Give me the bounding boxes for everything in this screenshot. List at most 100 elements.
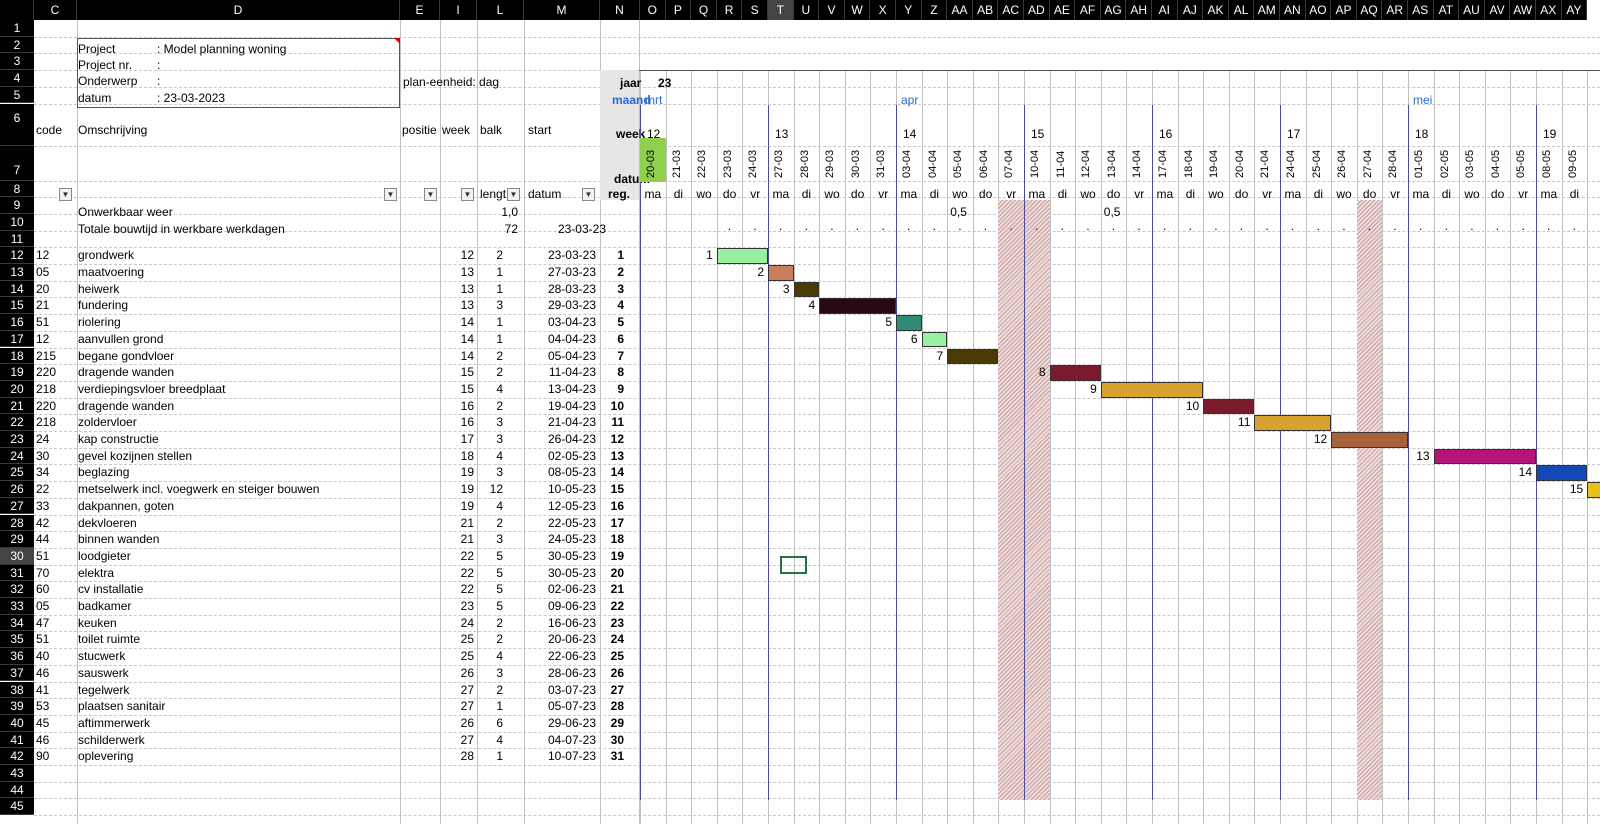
row-header-16[interactable]: 16 bbox=[0, 314, 34, 331]
row-header-42[interactable]: 42 bbox=[0, 748, 34, 765]
row-header-7[interactable]: 7 bbox=[0, 145, 34, 181]
column-header-X[interactable]: X bbox=[870, 0, 896, 20]
row-header-4[interactable]: 4 bbox=[0, 70, 34, 87]
row-header-17[interactable]: 17 bbox=[0, 330, 34, 348]
column-header-AE[interactable]: AE bbox=[1049, 0, 1076, 20]
column-header-AS[interactable]: AS bbox=[1408, 0, 1434, 20]
filter-code-button[interactable]: ▼ bbox=[59, 188, 72, 201]
gantt-bar[interactable] bbox=[1587, 482, 1600, 498]
column-header-T[interactable]: T bbox=[768, 0, 794, 20]
row-header-25[interactable]: 25 bbox=[0, 464, 34, 482]
column-header-AO[interactable]: AO bbox=[1305, 0, 1332, 20]
row-header-3[interactable]: 3 bbox=[0, 53, 34, 71]
column-header-AP[interactable]: AP bbox=[1331, 0, 1357, 20]
gantt-bar[interactable] bbox=[1254, 415, 1332, 431]
column-header-AH[interactable]: AH bbox=[1126, 0, 1152, 20]
gantt-bar[interactable] bbox=[768, 265, 794, 281]
column-header-V[interactable]: V bbox=[819, 0, 845, 20]
column-header-AL[interactable]: AL bbox=[1228, 0, 1255, 20]
row-header-26[interactable]: 26 bbox=[0, 481, 34, 498]
gantt-bar[interactable] bbox=[793, 281, 820, 298]
column-header-AI[interactable]: AI bbox=[1152, 0, 1178, 20]
row-header-18[interactable]: 18 bbox=[0, 347, 34, 365]
column-header-AV[interactable]: AV bbox=[1484, 0, 1511, 20]
row-header-32[interactable]: 32 bbox=[0, 581, 34, 598]
column-header-AT[interactable]: AT bbox=[1433, 0, 1460, 20]
filter-week-button[interactable]: ▼ bbox=[461, 188, 474, 201]
column-header-S[interactable]: S bbox=[742, 0, 768, 20]
filter-desc-button[interactable]: ▼ bbox=[384, 188, 397, 201]
row-header-21[interactable]: 21 bbox=[0, 397, 34, 415]
column-header-O[interactable]: O bbox=[640, 0, 666, 20]
row-header-6[interactable]: 6 bbox=[0, 103, 34, 146]
row-header-28[interactable]: 28 bbox=[0, 514, 34, 532]
row-header-38[interactable]: 38 bbox=[0, 681, 34, 699]
row-header-35[interactable]: 35 bbox=[0, 631, 34, 649]
filter-pos-button[interactable]: ▼ bbox=[424, 188, 437, 201]
gantt-bar[interactable] bbox=[1433, 448, 1536, 465]
row-header-45[interactable]: 45 bbox=[0, 798, 34, 816]
column-header-Z[interactable]: Z bbox=[921, 0, 948, 20]
column-header-AK[interactable]: AK bbox=[1203, 0, 1229, 20]
row-header-39[interactable]: 39 bbox=[0, 698, 34, 715]
gantt-bar[interactable] bbox=[896, 315, 922, 331]
column-header-AR[interactable]: AR bbox=[1382, 0, 1408, 20]
column-header-AG[interactable]: AG bbox=[1100, 0, 1127, 20]
column-header-AW[interactable]: AW bbox=[1510, 0, 1536, 20]
row-header-15[interactable]: 15 bbox=[0, 297, 34, 315]
gantt-bar[interactable] bbox=[1049, 365, 1101, 381]
row-header-13[interactable]: 13 bbox=[0, 264, 34, 281]
row-header-36[interactable]: 36 bbox=[0, 648, 34, 665]
row-header-14[interactable]: 14 bbox=[0, 280, 34, 298]
gantt-bar[interactable] bbox=[921, 331, 948, 348]
row-header-24[interactable]: 24 bbox=[0, 447, 34, 465]
row-header-23[interactable]: 23 bbox=[0, 431, 34, 448]
column-header-L[interactable]: L bbox=[477, 0, 524, 20]
column-header-AX[interactable]: AX bbox=[1536, 0, 1562, 20]
column-header-C[interactable]: C bbox=[34, 0, 77, 20]
column-header-AM[interactable]: AM bbox=[1254, 0, 1280, 20]
row-header-11[interactable]: 11 bbox=[0, 230, 34, 248]
column-header-R[interactable]: R bbox=[716, 0, 743, 20]
row-header-12[interactable]: 12 bbox=[0, 247, 34, 264]
corner-cell[interactable] bbox=[0, 0, 34, 20]
column-header-AJ[interactable]: AJ bbox=[1177, 0, 1204, 20]
column-header-Y[interactable]: Y bbox=[896, 0, 922, 20]
column-header-N[interactable]: N bbox=[600, 0, 640, 20]
gantt-bar[interactable] bbox=[1100, 381, 1204, 398]
column-header-AQ[interactable]: AQ bbox=[1356, 0, 1383, 20]
column-header-AD[interactable]: AD bbox=[1024, 0, 1050, 20]
row-header-10[interactable]: 10 bbox=[0, 213, 34, 231]
gantt-bar[interactable] bbox=[1203, 398, 1255, 415]
gantt-bar[interactable] bbox=[1331, 432, 1408, 448]
spreadsheet[interactable]: C D E I L M N O P Q R S T U V W X Y Z AA AB AC AD AE AF AG AH AI AJ A… bbox=[0, 0, 1600, 824]
row-header-2[interactable]: 2 bbox=[0, 36, 34, 54]
gantt-bar[interactable] bbox=[819, 298, 896, 315]
row-header-37[interactable]: 37 bbox=[0, 664, 34, 682]
row-header-8[interactable]: 8 bbox=[0, 180, 34, 198]
row-header-43[interactable]: 43 bbox=[0, 765, 34, 782]
row-header-22[interactable]: 22 bbox=[0, 414, 34, 431]
gantt-bar[interactable] bbox=[1536, 465, 1588, 482]
column-header-M[interactable]: M bbox=[524, 0, 600, 20]
row-header-30[interactable]: 30 bbox=[0, 547, 34, 565]
column-header-W[interactable]: W bbox=[844, 0, 871, 20]
row-header-44[interactable]: 44 bbox=[0, 781, 34, 799]
column-header-AY[interactable]: AY bbox=[1561, 0, 1588, 20]
row-header-41[interactable]: 41 bbox=[0, 731, 34, 749]
column-header-AA[interactable]: AA bbox=[947, 0, 973, 20]
column-header-AB[interactable]: AB bbox=[972, 0, 999, 20]
column-header-E[interactable]: E bbox=[400, 0, 440, 20]
column-header-D[interactable]: D bbox=[77, 0, 400, 20]
selected-cell[interactable] bbox=[780, 556, 807, 574]
row-header-40[interactable]: 40 bbox=[0, 714, 34, 732]
gantt-bar[interactable] bbox=[947, 348, 999, 365]
row-header-29[interactable]: 29 bbox=[0, 531, 34, 548]
row-header-33[interactable]: 33 bbox=[0, 598, 34, 615]
row-header-27[interactable]: 27 bbox=[0, 497, 34, 515]
row-header-1[interactable]: 1 bbox=[0, 20, 34, 37]
column-header-AF[interactable]: AF bbox=[1075, 0, 1101, 20]
filter-length-button[interactable]: ▼ bbox=[507, 188, 520, 201]
row-header-19[interactable]: 19 bbox=[0, 364, 34, 381]
row-header-9[interactable]: 9 bbox=[0, 197, 34, 214]
